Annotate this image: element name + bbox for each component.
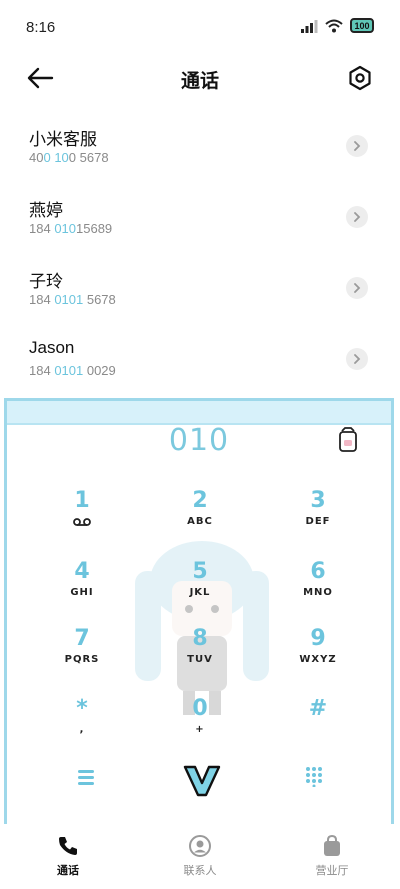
key-letters: ABC: [187, 516, 213, 527]
contact-name: Jason: [29, 338, 75, 357]
chevron-right-icon: [354, 283, 361, 293]
list-item[interactable]: 小米客服 400 100 5678: [0, 116, 400, 187]
list-item[interactable]: 子玲 184 0101 5678: [0, 258, 400, 329]
key-letters: +: [195, 724, 205, 735]
phone-icon: [59, 837, 77, 855]
key-hash[interactable]: #: [273, 695, 363, 757]
battery-level: 100: [354, 20, 370, 31]
nav-item-contacts[interactable]: 联系人: [155, 834, 245, 878]
key-8[interactable]: 8 TUV: [155, 625, 245, 687]
battery-icon: 100: [350, 18, 374, 33]
chevron-right-icon: [354, 354, 361, 364]
key-1[interactable]: 1: [37, 487, 127, 549]
key-5[interactable]: 5 JKL: [155, 558, 245, 620]
dial-actions: [7, 761, 391, 811]
recent-calls-list: 小米客服 400 100 5678 燕婷 184 01015689 子玲 184…: [0, 116, 400, 400]
key-digit: 4: [74, 559, 90, 584]
keypad-toggle-button[interactable]: [303, 765, 325, 788]
key-4[interactable]: 4 GHI: [37, 558, 127, 620]
status-time: 8:16: [26, 19, 56, 36]
key-letters: DEF: [305, 516, 331, 527]
chevron-right-icon: [354, 141, 361, 151]
keypad-icon: [306, 767, 322, 788]
detail-button[interactable]: [346, 277, 368, 299]
nav-label: 营业厅: [315, 864, 349, 877]
key-letters: GHI: [70, 587, 94, 598]
key-0[interactable]: 0 +: [155, 695, 245, 757]
list-item[interactable]: Jason 184 0101 0029: [0, 329, 400, 400]
call-button[interactable]: [181, 761, 223, 801]
dial-input[interactable]: 010: [7, 423, 391, 458]
chevron-right-icon: [354, 212, 361, 222]
key-letters: TUV: [187, 654, 213, 665]
key-digit: 7: [74, 626, 90, 651]
contact-number: 184 01015689: [29, 221, 113, 236]
status-icons: 100: [300, 18, 374, 33]
key-6[interactable]: 6 MNO: [273, 558, 363, 620]
page-title: 通话: [180, 70, 219, 92]
status-bar: 8:16 100: [0, 0, 400, 56]
shopping-bag-icon: [324, 834, 340, 856]
contact-name: 燕婷: [29, 201, 63, 220]
key-3[interactable]: 3 DEF: [273, 487, 363, 549]
wifi-icon: [325, 19, 343, 32]
header: 通话: [0, 56, 400, 100]
key-letters: ,: [79, 724, 85, 735]
key-digit: 9: [310, 626, 326, 651]
nav-label: 通话: [57, 864, 79, 877]
contact-name: 小米客服: [29, 130, 97, 149]
key-letters: MNO: [303, 587, 333, 598]
detail-button[interactable]: [346, 348, 368, 370]
contact-number: 400 100 5678: [29, 150, 109, 165]
key-letters: PQRS: [64, 654, 100, 665]
delete-button[interactable]: [337, 427, 359, 453]
contact-icon: [189, 835, 211, 857]
menu-button[interactable]: [75, 767, 97, 787]
key-letters: WXYZ: [299, 654, 337, 665]
dialpad-handle[interactable]: [7, 401, 391, 425]
detail-button[interactable]: [346, 135, 368, 157]
nav-item-store[interactable]: 营业厅: [287, 834, 377, 878]
settings-button[interactable]: [346, 64, 374, 92]
list-item[interactable]: 燕婷 184 01015689: [0, 187, 400, 258]
key-digit: 2: [192, 488, 208, 513]
call-icon: [183, 765, 221, 797]
voicemail-icon: [73, 518, 91, 526]
contact-name: 子玲: [29, 272, 63, 291]
key-digit: *: [76, 696, 88, 721]
key-digit: #: [308, 696, 328, 721]
signal-icon: [301, 19, 318, 33]
settings-icon: [349, 65, 371, 91]
key-digit: 5: [192, 559, 208, 584]
nav-label: 联系人: [183, 864, 217, 877]
key-digit: 0: [192, 696, 208, 721]
delete-icon: [339, 427, 357, 452]
key-7[interactable]: 7 PQRS: [37, 625, 127, 687]
nav-item-calls[interactable]: 通话: [23, 834, 113, 878]
key-2[interactable]: 2 ABC: [155, 487, 245, 549]
contact-number: 184 0101 5678: [29, 292, 116, 307]
dialpad: 010 1 2 ABC 3 DEF 4 GHI 5 JKL 6 MNO 7 PQ…: [4, 398, 394, 824]
key-9[interactable]: 9 WXYZ: [273, 625, 363, 687]
key-digit: 3: [310, 488, 326, 513]
key-digit: 1: [74, 488, 90, 513]
key-letters: JKL: [189, 587, 211, 598]
key-digit: 6: [310, 559, 326, 584]
theme-character-illustration: [135, 541, 269, 715]
detail-button[interactable]: [346, 206, 368, 228]
key-star[interactable]: * ,: [37, 695, 127, 757]
menu-icon: [78, 770, 94, 785]
bottom-nav: 通话 联系人 营业厅: [0, 826, 400, 889]
contact-number: 184 0101 0029: [29, 363, 116, 378]
key-digit: 8: [192, 626, 208, 651]
